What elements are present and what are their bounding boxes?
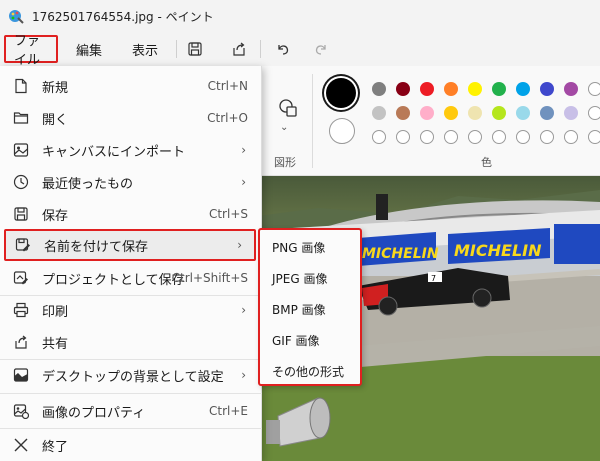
- shapes-icon: [279, 99, 297, 117]
- banner-text-2: MICHELIN: [454, 241, 542, 260]
- color-swatch[interactable]: [444, 130, 458, 144]
- color-swatch[interactable]: [468, 82, 482, 96]
- secondary-color[interactable]: [329, 118, 355, 144]
- menu-item-save-as[interactable]: 名前を付けて保存 ›: [4, 229, 256, 261]
- color-swatch[interactable]: [420, 106, 434, 120]
- menu-item-save-project[interactable]: プロジェクトとして保存 Ctrl+Shift+S: [0, 262, 262, 294]
- menu-edit[interactable]: 編集: [64, 35, 114, 63]
- car-number: 7: [431, 274, 436, 283]
- menu-item-properties[interactable]: 画像のプロパティ Ctrl+E: [0, 395, 262, 427]
- chevron-right-icon: ›: [241, 143, 246, 157]
- menu-item-import[interactable]: キャンバスにインポート ›: [0, 134, 262, 166]
- submenu-item-bmp[interactable]: BMP 画像: [260, 294, 360, 324]
- share-icon: [12, 333, 30, 351]
- color-swatch[interactable]: [468, 106, 482, 120]
- color-swatch[interactable]: [492, 130, 506, 144]
- menu-item-set-desktop[interactable]: デスクトップの背景として設定 ›: [0, 359, 262, 391]
- color-swatch[interactable]: [516, 106, 530, 120]
- menu-item-new[interactable]: 新規 Ctrl+N: [0, 70, 262, 102]
- printer-icon: [12, 301, 30, 319]
- submenu-item-png[interactable]: PNG 画像: [260, 232, 360, 262]
- new-file-icon: [12, 77, 30, 95]
- menu-file[interactable]: ファイル: [4, 34, 58, 68]
- menu-item-open[interactable]: 開く Ctrl+O: [0, 102, 262, 134]
- chevron-right-icon: ›: [241, 303, 246, 317]
- color-swatch[interactable]: [396, 106, 410, 120]
- window-title: 1762501764554.jpg - ペイント: [32, 9, 214, 24]
- menu-item-exit[interactable]: 終了: [0, 429, 262, 461]
- menu-item-recent[interactable]: 最近使ったもの ›: [0, 166, 262, 198]
- save-as-icon: [14, 236, 32, 254]
- color-swatch[interactable]: [420, 82, 434, 96]
- save-as-submenu: PNG 画像 JPEG 画像 BMP 画像 GIF 画像 その他の形式: [258, 228, 362, 386]
- color-swatch[interactable]: [516, 82, 530, 96]
- menu-view[interactable]: 表示: [120, 35, 170, 63]
- paint-app-icon: [9, 10, 24, 24]
- color-swatch[interactable]: [588, 106, 600, 120]
- ribbon-divider: [312, 74, 313, 168]
- color-swatch[interactable]: [492, 82, 506, 96]
- chevron-right-icon: ›: [241, 368, 246, 382]
- shapes-group[interactable]: ⌄ 図形: [262, 66, 312, 176]
- color-swatch[interactable]: [564, 130, 578, 144]
- color-swatch[interactable]: [444, 82, 458, 96]
- color-swatch[interactable]: [396, 82, 410, 96]
- folder-icon: [12, 109, 30, 127]
- chevron-down-icon[interactable]: ⌄: [280, 122, 288, 133]
- save-icon: [12, 205, 30, 223]
- color-swatch[interactable]: [372, 82, 386, 96]
- color-swatch[interactable]: [540, 130, 554, 144]
- project-icon: [12, 269, 30, 287]
- color-swatch[interactable]: [396, 130, 410, 144]
- color-swatch[interactable]: [468, 130, 482, 144]
- menu-item-print[interactable]: 印刷 ›: [0, 294, 262, 326]
- color-swatch[interactable]: [444, 106, 458, 120]
- color-swatch[interactable]: [540, 106, 554, 120]
- color-swatch[interactable]: [564, 82, 578, 96]
- color-swatch[interactable]: [564, 106, 578, 120]
- menu-item-save[interactable]: 保存 Ctrl+S: [0, 198, 262, 230]
- undo-icon[interactable]: [272, 38, 294, 60]
- color-swatch[interactable]: [588, 130, 600, 144]
- menu-divider: [0, 393, 262, 394]
- shapes-label: 図形: [274, 156, 296, 169]
- redo-icon[interactable]: [310, 38, 332, 60]
- banner-text-1: MICHELIN: [362, 246, 439, 262]
- chevron-right-icon: ›: [241, 175, 246, 189]
- submenu-item-jpeg[interactable]: JPEG 画像: [260, 263, 360, 293]
- properties-icon: [12, 402, 30, 420]
- import-icon: [12, 141, 30, 159]
- title-bar: 1762501764554.jpg - ペイント: [0, 0, 600, 32]
- submenu-item-gif[interactable]: GIF 画像: [260, 325, 360, 355]
- menu-bar: ファイル 編集 表示: [0, 32, 600, 68]
- file-menu: 新規 Ctrl+N 開く Ctrl+O キャンバスにインポート › 最近使ったも…: [0, 66, 262, 461]
- color-swatch[interactable]: [372, 106, 386, 120]
- colors-label: 色: [481, 156, 492, 169]
- submenu-item-other-formats[interactable]: その他の形式: [260, 356, 360, 386]
- share-icon[interactable]: [228, 38, 250, 60]
- primary-color[interactable]: [326, 78, 356, 108]
- color-swatch[interactable]: [420, 130, 434, 144]
- close-icon: [12, 436, 30, 454]
- menubar-divider: [176, 40, 177, 58]
- color-swatch[interactable]: [540, 82, 554, 96]
- clock-icon: [12, 173, 30, 191]
- color-swatch[interactable]: [372, 130, 386, 144]
- color-swatch[interactable]: [492, 106, 506, 120]
- color-swatch[interactable]: [588, 82, 600, 96]
- desktop-icon: [12, 366, 30, 384]
- chevron-right-icon: ›: [237, 238, 242, 252]
- menubar-divider: [260, 40, 261, 58]
- color-swatch[interactable]: [516, 130, 530, 144]
- menu-item-share[interactable]: 共有: [0, 326, 262, 358]
- save-icon[interactable]: [184, 38, 206, 60]
